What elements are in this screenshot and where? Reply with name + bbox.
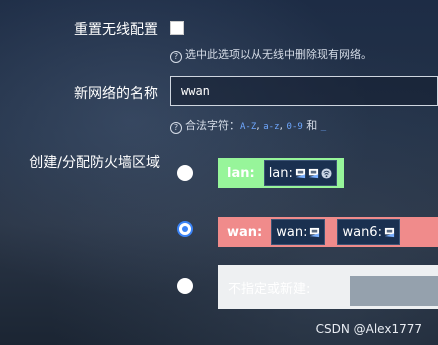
allowed-chars-underscore: _	[320, 122, 327, 132]
wireless-icon	[321, 167, 332, 179]
ethernet-port-icon	[308, 168, 318, 178]
reset-wireless-label: 重置无线配置	[74, 22, 158, 38]
zone-option-new[interactable]: 不指定或新建:	[218, 265, 438, 309]
watermark: CSDN @Alex1777	[315, 322, 422, 336]
network-name-label: 新网络的名称	[74, 86, 158, 102]
network-name-input[interactable]: wwan	[170, 76, 438, 106]
firewall-config-page: { "reset_wireless": { "label": "重置无线配置",…	[0, 0, 438, 345]
interface-badge-lan: lan:	[263, 160, 337, 186]
interface-badge-wan6: wan6:	[337, 219, 400, 245]
zone-radio-wan[interactable]	[177, 221, 193, 237]
question-circle-icon: ?	[170, 51, 182, 63]
new-zone-name-input[interactable]	[350, 276, 438, 306]
zone-name-lan: lan:	[227, 165, 255, 181]
ethernet-port-icon	[295, 168, 305, 178]
allowed-chars-lowercase: a-z	[263, 122, 280, 132]
zone-new-label: 不指定或新建:	[228, 281, 311, 297]
interface-name-wan: wan:	[276, 224, 308, 240]
zone-option-wan[interactable]: wan: wan: wan6:	[218, 217, 438, 247]
ethernet-port-icon	[384, 227, 395, 237]
firewall-zone-label: 创建/分配防火墙区域	[29, 155, 160, 171]
zone-radio-lan[interactable]	[177, 165, 193, 181]
interface-name-lan: lan:	[268, 165, 293, 181]
allowed-chars-digits: 0-9	[286, 122, 303, 132]
network-name-hint: ? 合法字符：A-Z, a-z, 0-9 和 _	[170, 117, 326, 134]
reset-wireless-hint-text: 选中此选项以从无线中删除现有网络。	[185, 48, 372, 61]
zone-radio-new[interactable]	[177, 278, 193, 294]
hint-sep-2: ,	[279, 119, 287, 132]
zone-name-wan: wan:	[227, 224, 263, 240]
zone-option-lan[interactable]: lan: lan:	[218, 158, 344, 188]
ethernet-port-icon	[310, 227, 320, 237]
reset-wireless-checkbox[interactable]	[170, 21, 184, 35]
hint-and: 和	[302, 119, 321, 132]
interface-badge-wan: wan:	[271, 219, 326, 245]
question-circle-icon: ?	[170, 122, 182, 134]
network-name-hint-prefix: 合法字符：	[185, 119, 240, 132]
reset-wireless-hint: ? 选中此选项以从无线中删除现有网络。	[170, 46, 372, 63]
allowed-chars-uppercase: A-Z	[240, 122, 257, 132]
interface-name-wan6: wan6:	[342, 224, 382, 240]
